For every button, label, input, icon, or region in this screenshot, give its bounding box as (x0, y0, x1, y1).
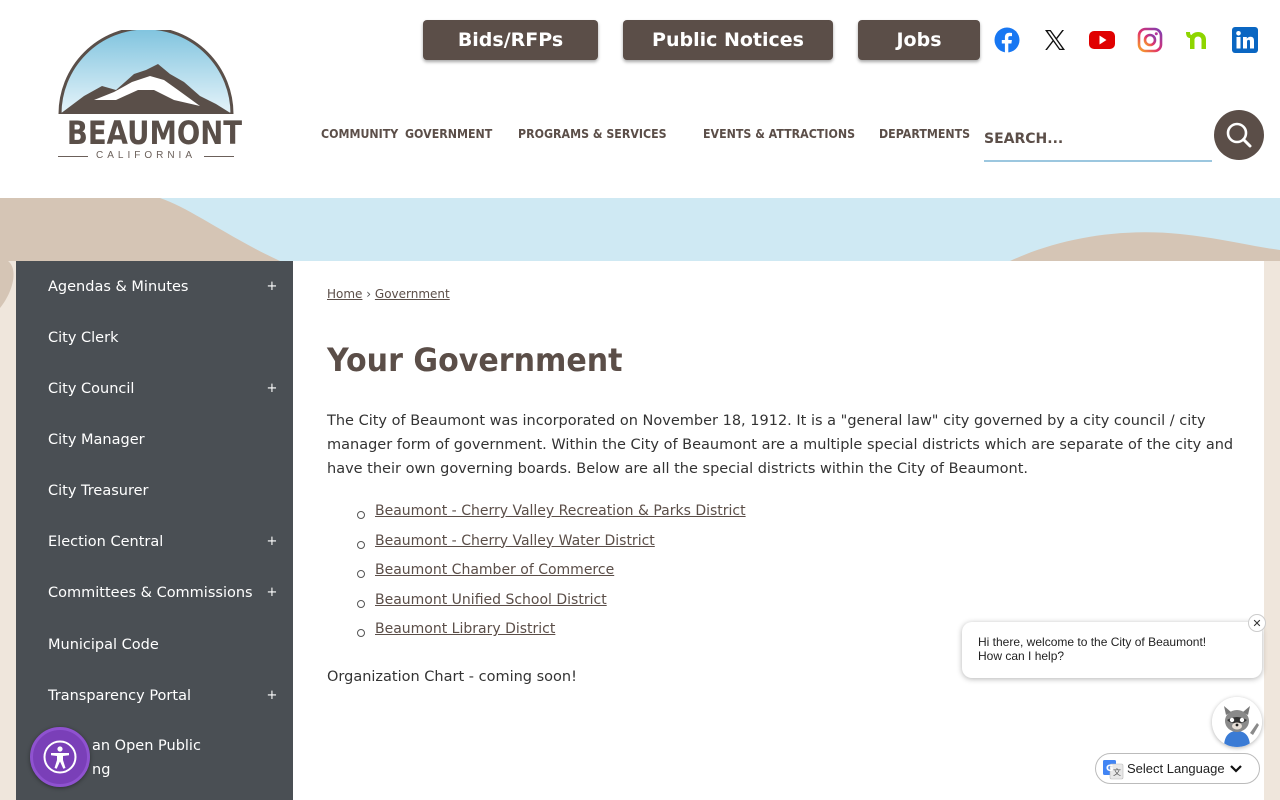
chat-greeting-line1: Hi there, welcome to the City of Beaumon… (978, 635, 1207, 649)
site-header: BEAUMONT CALIFORNIA Bids/RFPs Public Not… (0, 0, 1280, 198)
sidebar-item-label: City Treasurer (48, 482, 149, 499)
special-districts-list: Beaumont - Cherry Valley Recreation & Pa… (327, 503, 746, 651)
breadcrumb: Home › Government (327, 287, 450, 301)
x-twitter-icon[interactable] (1041, 26, 1069, 54)
chat-greeting-bubble[interactable]: Hi there, welcome to the City of Beaumon… (962, 622, 1262, 678)
nav-events-attractions[interactable]: EVENTS & ATTRACTIONS (703, 127, 855, 141)
nextdoor-icon[interactable] (1183, 26, 1211, 54)
list-item: Beaumont Chamber of Commerce (327, 562, 746, 592)
search-icon (1226, 122, 1252, 148)
breadcrumb-home[interactable]: Home (327, 287, 362, 301)
svg-text:文: 文 (1113, 767, 1121, 777)
sidebar-nav: Agendas & Minutes + City Clerk City Coun… (16, 261, 293, 800)
sidebar-item-committees-commissions[interactable]: Committees & Commissions + (16, 567, 293, 618)
sidebar-item-label: Election Central (48, 533, 164, 550)
accessibility-person-icon (43, 740, 77, 774)
district-link[interactable]: Beaumont Unified School District (375, 592, 607, 608)
nav-community[interactable]: COMMUNITY (321, 127, 398, 141)
district-link[interactable]: Beaumont - Cherry Valley Water District (375, 533, 655, 549)
nav-government[interactable]: GOVERNMENT (405, 127, 492, 141)
sidebar-item-label: Agendas & Minutes (48, 278, 189, 295)
sidebar-item-city-treasurer[interactable]: City Treasurer (16, 465, 293, 516)
chat-greeting-line2: How can I help? (978, 649, 1065, 663)
sidebar-item-label: Committees & Commissions (48, 584, 253, 601)
sidebar-item-transparency-portal[interactable]: Transparency Portal + (16, 670, 293, 721)
expand-plus-icon[interactable]: + (265, 688, 279, 703)
sidebar-item-city-clerk[interactable]: City Clerk (16, 312, 293, 363)
intro-paragraph: The City of Beaumont was incorporated on… (327, 413, 1234, 477)
expand-plus-icon[interactable]: + (265, 279, 279, 294)
breadcrumb-government[interactable]: Government (375, 287, 450, 301)
search-input[interactable] (984, 118, 1212, 162)
sidebar-item-municipal-code[interactable]: Municipal Code (16, 619, 293, 670)
list-item: Beaumont Library District (327, 621, 746, 651)
bids-rfps-button[interactable]: Bids/RFPs (423, 20, 598, 60)
logo-subtitle: CALIFORNIA (58, 150, 234, 161)
list-item: Beaumont - Cherry Valley Recreation & Pa… (327, 503, 746, 533)
jobs-button[interactable]: Jobs (858, 20, 980, 60)
beaumont-logo[interactable]: BEAUMONT CALIFORNIA (54, 26, 243, 164)
facebook-icon[interactable] (993, 26, 1021, 54)
breadcrumb-separator: › (366, 287, 372, 301)
select-language-dropdown[interactable]: G 文 Select Language (1095, 753, 1260, 784)
search-button[interactable] (1214, 110, 1264, 160)
chat-close-button[interactable]: ✕ (1248, 614, 1266, 632)
page-title: Your Government (327, 341, 623, 379)
nav-departments[interactable]: DEPARTMENTS (879, 127, 970, 141)
list-item: Beaumont - Cherry Valley Water District (327, 533, 746, 563)
language-label: Select Language (1127, 761, 1225, 776)
expand-plus-icon[interactable]: + (265, 534, 279, 549)
youtube-icon[interactable] (1088, 26, 1116, 54)
sidebar-item-label: City Manager (48, 431, 145, 448)
list-item: Beaumont Unified School District (327, 592, 746, 622)
sidebar-item-label: City Council (48, 380, 135, 397)
expand-plus-icon[interactable]: + (265, 381, 279, 396)
sidebar-item-label: Municipal Code (48, 636, 159, 653)
instagram-icon[interactable] (1136, 26, 1164, 54)
sidebar-item-label-cont: ng (92, 762, 111, 778)
sidebar-item-city-council[interactable]: City Council + (16, 363, 293, 414)
sidebar-item-label: an Open Public (92, 738, 201, 754)
accessibility-button[interactable] (30, 727, 90, 787)
google-translate-icon: G 文 (1103, 759, 1124, 779)
sidebar-item-label: Transparency Portal (48, 687, 191, 704)
linkedin-icon[interactable] (1231, 26, 1259, 54)
sidebar-item-agendas-minutes[interactable]: Agendas & Minutes + (16, 261, 293, 312)
chevron-down-icon (1229, 764, 1242, 773)
main-content: Home › Government Your Government The Ci… (293, 261, 1264, 800)
mountain-emblem-icon (58, 26, 234, 116)
org-chart-note: Organization Chart - coming soon! (327, 669, 577, 685)
district-link[interactable]: Beaumont - Cherry Valley Recreation & Pa… (375, 503, 746, 519)
district-link[interactable]: Beaumont Chamber of Commerce (375, 562, 614, 578)
sidebar-item-election-central[interactable]: Election Central + (16, 516, 293, 567)
expand-plus-icon[interactable]: + (265, 585, 279, 600)
sidebar-item-city-manager[interactable]: City Manager (16, 414, 293, 465)
district-link[interactable]: Beaumont Library District (375, 621, 555, 637)
public-notices-button[interactable]: Public Notices (623, 20, 833, 60)
search-bar (984, 110, 1264, 168)
nav-programs-services[interactable]: PROGRAMS & SERVICES (518, 127, 667, 141)
chat-mascot-avatar[interactable] (1212, 697, 1262, 747)
logo-wordmark: BEAUMONT (66, 114, 243, 152)
sidebar-item-label: City Clerk (48, 329, 119, 346)
raccoon-mascot-icon (1212, 697, 1262, 747)
